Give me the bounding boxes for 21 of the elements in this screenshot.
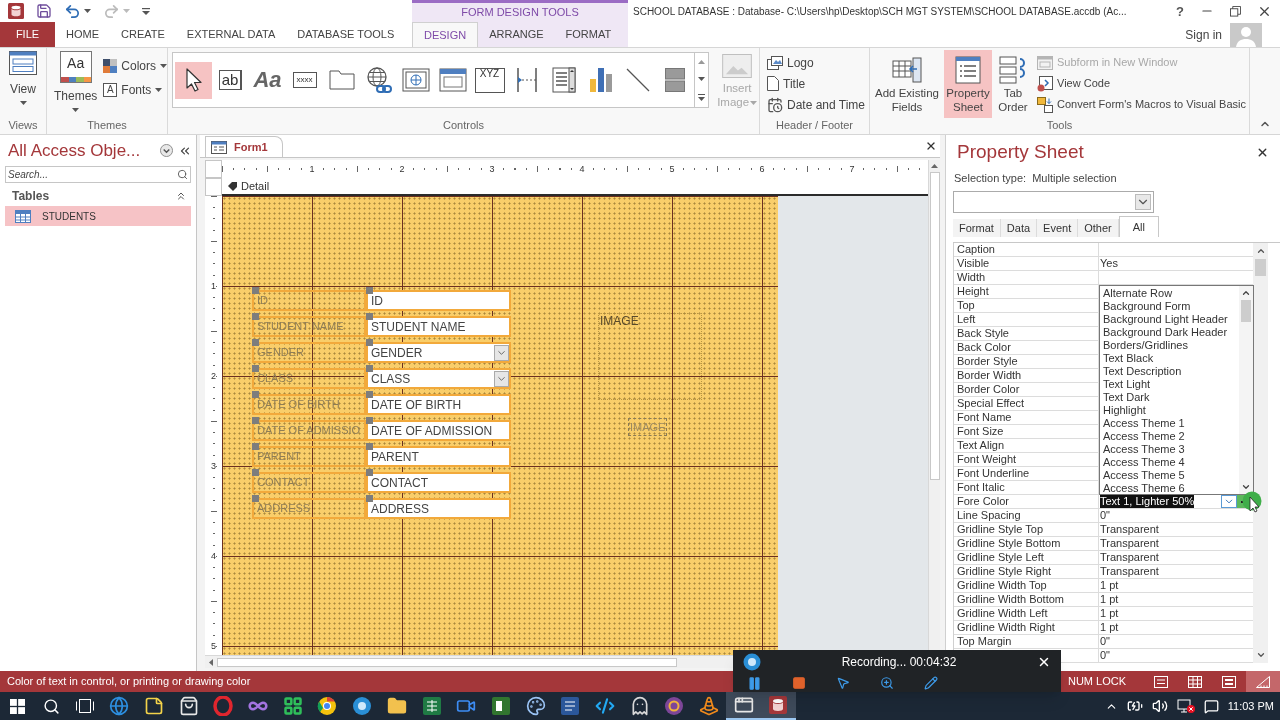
ruler-number: 5 (667, 163, 677, 175)
ruler-number: 2 (397, 163, 407, 175)
ruler-number: 4 (577, 163, 587, 175)
ruler-number: 3 (487, 163, 497, 175)
selection-type-value: Multiple selection (1032, 170, 1117, 186)
ribbon-group-label: Views (8, 118, 38, 132)
ruler-number: 1 (307, 163, 317, 175)
ribbon-group-label: Controls (443, 118, 484, 132)
ruler-number: 7 (847, 163, 857, 175)
ribbon-group-label: Header / Footer (775, 118, 853, 132)
contextual-tab-group-label: FORM DESIGN TOOLS (461, 5, 579, 21)
status-message: Color of text in control, or printing or drawing color (7, 674, 251, 690)
window-title: SCHOOL DATABASE : Database- C:\Users\hp\Desktop\SCH MGT SYSTEM\SCHOOL DATABASE.accdb (Ac... (633, 4, 1127, 19)
ribbon-group-label: Tools (1046, 118, 1073, 132)
ruler-number: 6 (757, 163, 767, 175)
section-title: Detail (241, 178, 270, 194)
pane-title: All Access Obje... (8, 139, 141, 162)
ribbon-group-label: Themes (87, 118, 127, 132)
panel-title: Property Sheet (957, 139, 1084, 164)
selection-type-label: Selection type: (954, 170, 1027, 186)
status-indicator: NUM LOCK (1067, 674, 1126, 690)
